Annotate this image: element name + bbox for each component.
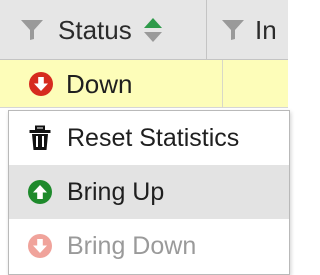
- down-arrow-circle-icon: [28, 234, 52, 258]
- menu-item-label: Bring Up: [67, 177, 165, 206]
- filter-icon[interactable]: [20, 19, 44, 41]
- menu-item-bring-up[interactable]: Bring Up: [9, 165, 289, 219]
- column-divider: [222, 60, 223, 108]
- status-column-label: Status: [58, 14, 132, 45]
- next-column-header[interactable]: In: [207, 0, 288, 60]
- next-column-label: In: [255, 14, 277, 45]
- status-cell[interactable]: Down: [28, 60, 132, 108]
- filter-icon[interactable]: [221, 19, 245, 41]
- sort-icon[interactable]: [142, 16, 164, 44]
- menu-item-label: Bring Down: [67, 231, 197, 260]
- down-arrow-circle-icon: [29, 72, 53, 96]
- table-header-row: Status In: [0, 0, 288, 60]
- menu-item-label: Reset Statistics: [67, 123, 240, 152]
- trash-icon: [29, 125, 51, 150]
- status-value: Down: [66, 68, 133, 99]
- menu-item-reset-statistics[interactable]: Reset Statistics: [9, 111, 289, 165]
- status-column-header[interactable]: Status: [0, 0, 207, 60]
- up-arrow-circle-icon: [28, 180, 52, 204]
- context-menu: Reset Statistics Bring Up Bring Down: [8, 110, 290, 275]
- table-row[interactable]: Down: [0, 60, 288, 108]
- menu-item-bring-down[interactable]: Bring Down: [9, 219, 289, 273]
